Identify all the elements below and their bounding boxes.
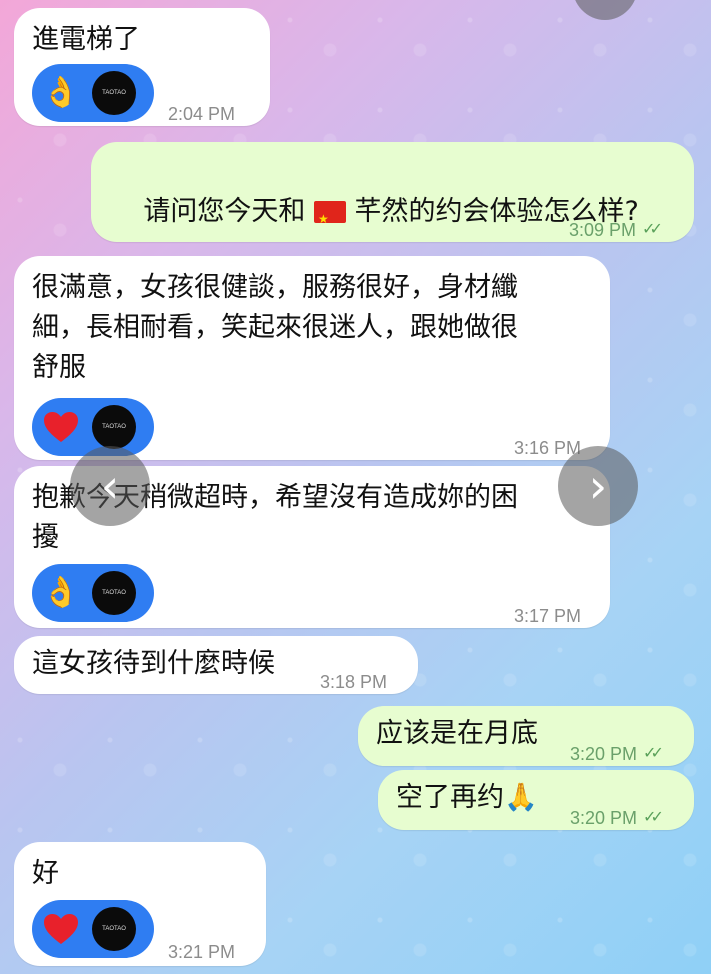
message-time-label: 3:20 PM xyxy=(570,744,638,764)
avatar: TAOTAO xyxy=(92,571,136,615)
china-flag-icon xyxy=(313,199,346,239)
previous-button[interactable]: ‹ xyxy=(70,446,150,526)
incoming-message[interactable]: 進電梯了 👌 TAOTAO 2:04 PM xyxy=(14,8,270,126)
chevron-right-icon: › xyxy=(588,459,608,513)
message-text-line: 请问您今天和 芊然的约会体验怎么样? xyxy=(143,196,639,239)
avatar: TAOTAO xyxy=(92,907,136,951)
double-check-icon: ✓✓ xyxy=(643,809,664,826)
reaction-badge[interactable]: TAOTAO xyxy=(32,900,154,958)
reaction-badge[interactable]: 👌 TAOTAO xyxy=(32,64,154,122)
incoming-message[interactable]: 很滿意，女孩很健談，服務很好，身材纖 細，長相耐看，笑起來很迷人，跟她做很 舒服… xyxy=(14,256,610,460)
avatar: TAOTAO xyxy=(92,405,136,449)
next-button[interactable]: › xyxy=(558,446,638,526)
message-time-label: 3:09 PM xyxy=(569,220,637,240)
outgoing-message[interactable]: 请问您今天和 芊然的约会体验怎么样? 一切都还满意吗💗 3:09 PM✓✓ xyxy=(91,142,694,307)
message-time-label: 3:20 PM xyxy=(570,808,638,828)
message-text: 很滿意，女孩很健談，服務很好，身材纖 細，長相耐看，笑起來很迷人，跟她做很 舒服 xyxy=(32,272,518,383)
chevron-left-icon: ‹ xyxy=(100,459,120,513)
message-text: 好 xyxy=(32,858,59,889)
message-time: 3:20 PM ✓✓ xyxy=(570,798,664,838)
scroll-indicator xyxy=(572,0,638,20)
outgoing-message[interactable]: 空了再约🙏 3:20 PM ✓✓ xyxy=(378,770,694,830)
message-time: 2:04 PM xyxy=(168,104,236,124)
reaction-badge[interactable]: TAOTAO xyxy=(32,398,154,456)
avatar: TAOTAO xyxy=(92,71,136,115)
message-time: 3:17 PM xyxy=(514,606,582,626)
message-time: 3:21 PM xyxy=(168,942,236,962)
message-time: 3:18 PM xyxy=(320,672,388,692)
heart-icon xyxy=(40,406,82,448)
message-time: 3:20 PM ✓✓ xyxy=(570,734,664,774)
heart-icon xyxy=(40,908,82,950)
ok-hand-icon: 👌 xyxy=(42,75,80,110)
incoming-message[interactable]: 好 TAOTAO 3:21 PM xyxy=(14,842,266,966)
message-text: 進電梯了 xyxy=(32,24,140,55)
reaction-badge[interactable]: 👌 TAOTAO xyxy=(32,564,154,622)
double-check-icon: ✓✓ xyxy=(642,221,663,238)
double-check-icon: ✓✓ xyxy=(643,745,664,762)
message-time: 3:09 PM ✓✓ xyxy=(569,210,663,250)
incoming-message[interactable]: 這女孩待到什麼時候 3:18 PM xyxy=(14,636,418,694)
ok-hand-icon: 👌 xyxy=(42,575,80,610)
outgoing-message[interactable]: 应该是在月底 3:20 PM ✓✓ xyxy=(358,706,694,766)
